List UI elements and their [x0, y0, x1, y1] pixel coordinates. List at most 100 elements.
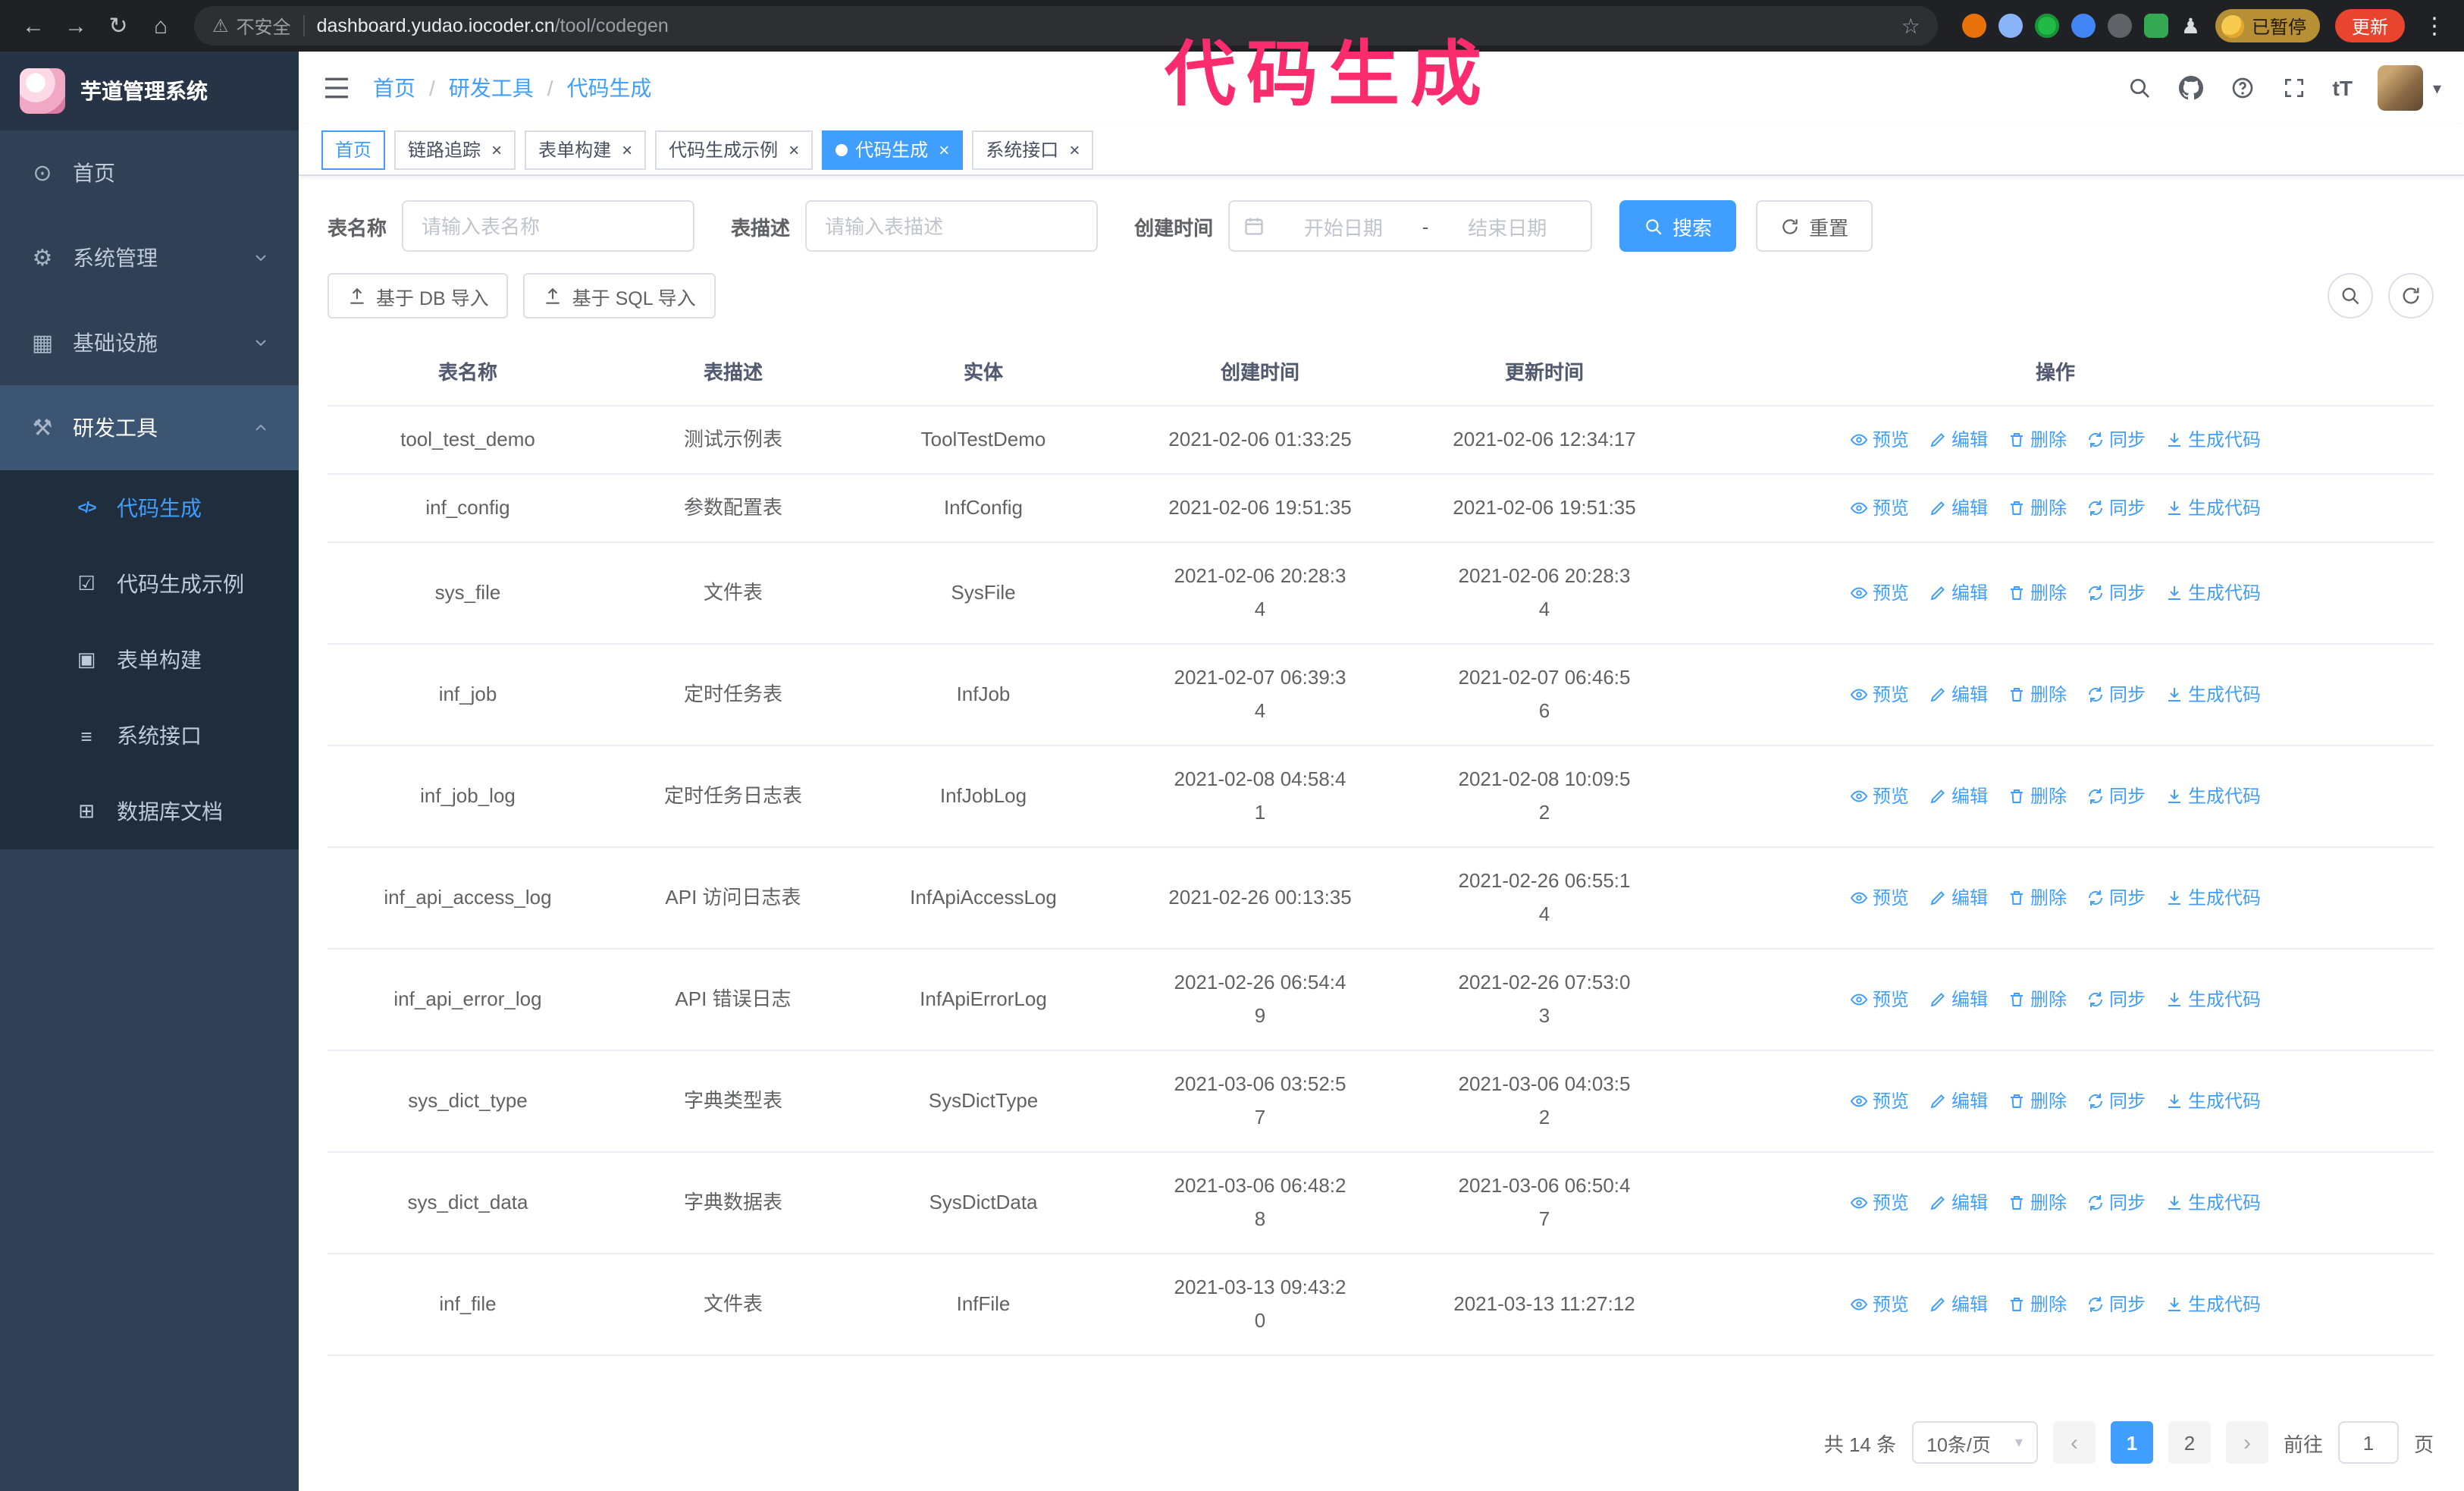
edit-link[interactable]: 编辑 [1929, 491, 1988, 525]
delete-link[interactable]: 删除 [2008, 1085, 2067, 1118]
sync-link[interactable]: 同步 [2086, 576, 2146, 610]
generate-code-link[interactable]: 生成代码 [2165, 576, 2261, 610]
preview-link[interactable]: 预览 [1850, 881, 1909, 915]
browser-update-button[interactable]: 更新 [2334, 9, 2405, 42]
close-icon[interactable]: × [939, 140, 949, 159]
github-icon[interactable] [2178, 75, 2204, 101]
app-logo[interactable]: 芋道管理系统 [0, 52, 299, 130]
sync-link[interactable]: 同步 [2086, 1186, 2146, 1219]
generate-code-link[interactable]: 生成代码 [2165, 678, 2261, 711]
sidebar-item-system-api[interactable]: ≡ 系统接口 [0, 698, 299, 774]
generate-code-link[interactable]: 生成代码 [2165, 881, 2261, 915]
start-date-placeholder[interactable]: 开始日期 [1274, 212, 1413, 240]
edit-link[interactable]: 编辑 [1929, 576, 1988, 610]
sidebar-item-form-builder[interactable]: ▣ 表单构建 [0, 622, 299, 698]
edit-link[interactable]: 编辑 [1929, 423, 1988, 457]
generate-code-link[interactable]: 生成代码 [2165, 983, 2261, 1016]
security-chip[interactable]: ⚠ 不安全 [212, 13, 291, 39]
sidebar-item-home[interactable]: ⊙ 首页 [0, 130, 299, 215]
sidebar-item-codegen[interactable]: </> 代码生成 [0, 470, 299, 546]
sync-link[interactable]: 同步 [2086, 1085, 2146, 1118]
extension-icon[interactable] [1962, 14, 1987, 38]
sync-link[interactable]: 同步 [2086, 1288, 2146, 1321]
user-avatar[interactable]: ▾ [2378, 65, 2441, 111]
import-db-button[interactable]: 基于 DB 导入 [328, 273, 509, 319]
browser-menu-icon[interactable]: ⋮ [2420, 12, 2449, 39]
prev-page-button[interactable]: ‹ [2052, 1421, 2096, 1464]
next-page-button[interactable]: › [2225, 1421, 2268, 1464]
edit-link[interactable]: 编辑 [1929, 1085, 1988, 1118]
delete-link[interactable]: 删除 [2008, 780, 2067, 813]
table-desc-input[interactable] [805, 200, 1099, 252]
close-icon[interactable]: × [1069, 140, 1080, 159]
tab-home[interactable]: 首页 [321, 130, 386, 169]
extension-icon[interactable] [1998, 14, 2024, 38]
delete-link[interactable]: 删除 [2008, 1186, 2067, 1219]
generate-code-link[interactable]: 生成代码 [2165, 780, 2261, 813]
extension-icon[interactable] [2035, 14, 2060, 38]
page-1-button[interactable]: 1 [2110, 1421, 2153, 1464]
sync-link[interactable]: 同步 [2086, 678, 2146, 711]
edit-link[interactable]: 编辑 [1929, 1186, 1988, 1219]
preview-link[interactable]: 预览 [1850, 1186, 1909, 1219]
reset-button[interactable]: 重置 [1756, 200, 1873, 252]
extension-icon[interactable]: ♟ [2181, 15, 2200, 36]
preview-link[interactable]: 预览 [1850, 576, 1909, 610]
tab-trace[interactable]: 链路追踪 × [394, 130, 516, 169]
hamburger-icon[interactable] [321, 73, 352, 103]
extension-icon[interactable] [2144, 14, 2169, 38]
preview-link[interactable]: 预览 [1850, 983, 1909, 1016]
preview-link[interactable]: 预览 [1850, 423, 1909, 457]
sidebar-item-system[interactable]: ⚙ 系统管理 [0, 215, 299, 300]
preview-link[interactable]: 预览 [1850, 491, 1909, 525]
preview-link[interactable]: 预览 [1850, 678, 1909, 711]
generate-code-link[interactable]: 生成代码 [2165, 1085, 2261, 1118]
tab-codegen[interactable]: 代码生成 × [822, 130, 964, 169]
delete-link[interactable]: 删除 [2008, 983, 2067, 1016]
refresh-table-button[interactable] [2388, 273, 2434, 319]
page-size-select[interactable]: 10条/页 ▾ [1911, 1421, 2038, 1464]
generate-code-link[interactable]: 生成代码 [2165, 423, 2261, 457]
tab-form-builder[interactable]: 表单构建 × [525, 130, 647, 169]
delete-link[interactable]: 删除 [2008, 881, 2067, 915]
close-icon[interactable]: × [491, 140, 502, 159]
paused-badge[interactable]: 已暂停 [2215, 9, 2320, 42]
fullscreen-icon[interactable] [2281, 75, 2307, 101]
sync-link[interactable]: 同步 [2086, 423, 2146, 457]
font-size-icon[interactable]: tT [2333, 75, 2353, 101]
delete-link[interactable]: 删除 [2008, 491, 2067, 525]
extension-icon[interactable] [2071, 14, 2096, 38]
preview-link[interactable]: 预览 [1850, 1288, 1909, 1321]
generate-code-link[interactable]: 生成代码 [2165, 1186, 2261, 1219]
sidebar-item-dev-tools[interactable]: ⚒ 研发工具 [0, 385, 299, 470]
edit-link[interactable]: 编辑 [1929, 678, 1988, 711]
bookmark-star-icon[interactable]: ☆ [1901, 13, 1920, 39]
create-time-range-picker[interactable]: 开始日期 - 结束日期 [1228, 200, 1593, 252]
search-icon[interactable] [2127, 75, 2152, 101]
browser-home-button[interactable]: ⌂ [143, 8, 179, 44]
delete-link[interactable]: 删除 [2008, 576, 2067, 610]
generate-code-link[interactable]: 生成代码 [2165, 491, 2261, 525]
table-name-input[interactable] [402, 200, 695, 252]
sidebar-item-codegen-demo[interactable]: ☑ 代码生成示例 [0, 546, 299, 622]
page-2-button[interactable]: 2 [2168, 1421, 2211, 1464]
sync-link[interactable]: 同步 [2086, 983, 2146, 1016]
generate-code-link[interactable]: 生成代码 [2165, 1288, 2261, 1321]
delete-link[interactable]: 删除 [2008, 1288, 2067, 1321]
search-button[interactable]: 搜索 [1619, 200, 1737, 252]
sidebar-item-db-docs[interactable]: ⊞ 数据库文档 [0, 774, 299, 849]
address-bar[interactable]: ⚠ 不安全 dashboard.yudao.iocoder.cn/tool/co… [194, 6, 1939, 46]
sync-link[interactable]: 同步 [2086, 491, 2146, 525]
preview-link[interactable]: 预览 [1850, 1085, 1909, 1118]
delete-link[interactable]: 删除 [2008, 423, 2067, 457]
tab-codegen-demo[interactable]: 代码生成示例 × [655, 130, 813, 169]
close-icon[interactable]: × [788, 140, 799, 159]
import-sql-button[interactable]: 基于 SQL 导入 [523, 273, 716, 319]
browser-back-button[interactable]: ← [15, 8, 52, 44]
edit-link[interactable]: 编辑 [1929, 780, 1988, 813]
sidebar-item-infrastructure[interactable]: ▦ 基础设施 [0, 300, 299, 385]
help-icon[interactable] [2230, 75, 2256, 101]
preview-link[interactable]: 预览 [1850, 780, 1909, 813]
edit-link[interactable]: 编辑 [1929, 881, 1988, 915]
close-icon[interactable]: × [622, 140, 632, 159]
